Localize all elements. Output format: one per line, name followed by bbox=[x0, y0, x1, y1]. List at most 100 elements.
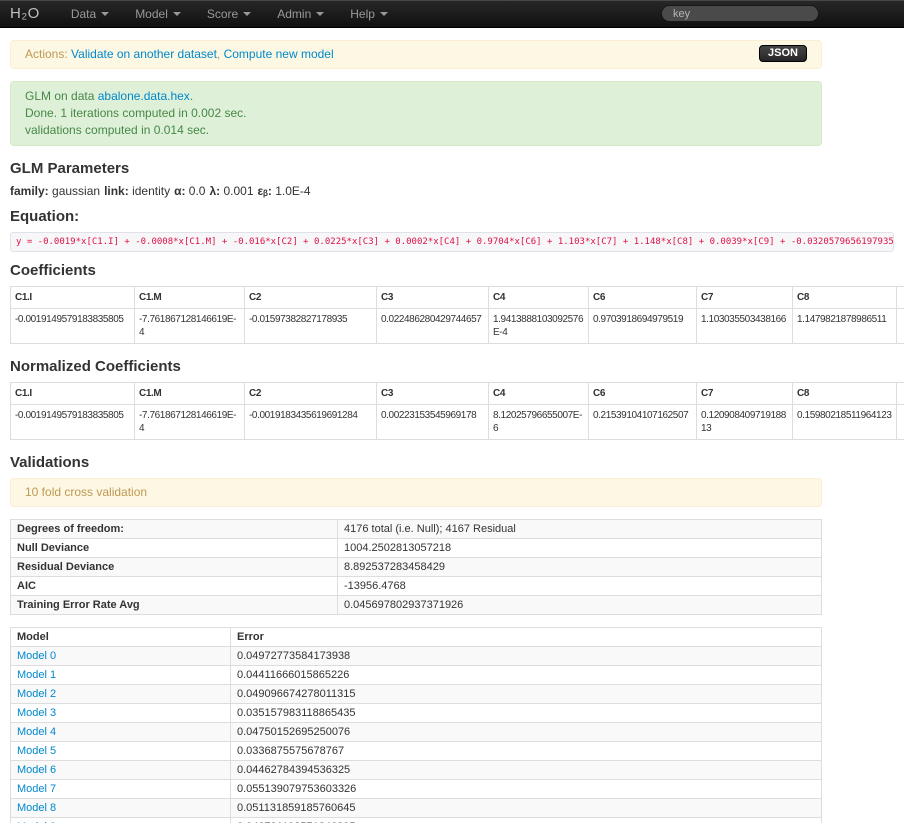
model-name-cell: Model 5 bbox=[11, 742, 231, 761]
status-line-2: Done. 1 iterations computed in 0.002 sec… bbox=[25, 105, 807, 122]
coefficients-value-row: -0.0019149579183835805-7.761867128146619… bbox=[11, 309, 904, 344]
stats-value: 1004.2502813057218 bbox=[338, 539, 822, 558]
model-row: Model 40.04750152695250076 bbox=[11, 723, 822, 742]
norm-coef-value-cell: 0.15980218511964123 bbox=[793, 405, 897, 440]
model-link-4[interactable]: Model 4 bbox=[17, 726, 56, 738]
model-name-cell: Model 3 bbox=[11, 704, 231, 723]
glm-param-label: α: bbox=[174, 184, 185, 198]
model-link-2[interactable]: Model 2 bbox=[17, 688, 56, 700]
model-link-5[interactable]: Model 5 bbox=[17, 745, 56, 757]
model-error-cell: 0.04972773584173938 bbox=[231, 647, 822, 666]
coefficients-header-row: C1.IC1.MC2C3C4C6C7C8 bbox=[11, 287, 904, 309]
model-name-cell: Model 0 bbox=[11, 647, 231, 666]
caret-down-icon bbox=[173, 12, 181, 16]
key-search-input[interactable] bbox=[661, 5, 819, 22]
coef-column-header: C8 bbox=[793, 287, 897, 309]
model-error-cell: 0.049096674278011315 bbox=[231, 685, 822, 704]
stats-row: Training Error Rate Avg0.045697802937371… bbox=[11, 596, 822, 615]
status-line-3: validations computed in 0.014 sec. bbox=[25, 122, 807, 139]
norm-coef-value-cell: 0.00223153545969178 bbox=[377, 405, 489, 440]
norm-coef-value-cell: 8.12025796655007E-6 bbox=[489, 405, 589, 440]
model-link-3[interactable]: Model 3 bbox=[17, 707, 56, 719]
coef-value-cell: -0.0019149579183835805 bbox=[11, 309, 135, 344]
model-row: Model 2 0.049096674278011315 bbox=[11, 685, 822, 704]
model-name-cell: Model 7 bbox=[11, 780, 231, 799]
model-error-cell: 0.051131859185760645 bbox=[231, 799, 822, 818]
coefficients-title: Coefficients bbox=[10, 262, 822, 279]
glm-param-label: family: bbox=[10, 184, 49, 198]
h2o-logo[interactable]: H₂O bbox=[0, 5, 58, 22]
coef-value-cell: 1.1479821878986511 bbox=[793, 309, 897, 344]
models-column-header: Model bbox=[11, 628, 231, 647]
stats-label: AIC bbox=[11, 577, 338, 596]
model-row: Model 8 0.051131859185760645 bbox=[11, 799, 822, 818]
glm-param: family: gaussian bbox=[10, 184, 100, 198]
model-row: Model 3 0.035157983118865435 bbox=[11, 704, 822, 723]
normalized-coefficients-title: Normalized Coefficients bbox=[10, 358, 822, 375]
stats-label: Residual Deviance bbox=[11, 558, 338, 577]
stats-value: 4176 total (i.e. Null); 4167 Residual bbox=[338, 520, 822, 539]
nav-item-help[interactable]: Help bbox=[337, 0, 401, 27]
nav-item-data[interactable]: Data bbox=[58, 0, 122, 27]
nav-item-label: Score bbox=[207, 7, 238, 21]
coef-column-header: C3 bbox=[377, 287, 489, 309]
coefficients-table: C1.IC1.MC2C3C4C6C7C8 -0.0019149579183835… bbox=[10, 286, 904, 344]
glm-parameters-line: family: gaussianlink: identityα: 0.0λ: 0… bbox=[10, 184, 822, 198]
model-row: Model 50.0336875575678767 bbox=[11, 742, 822, 761]
model-link-1[interactable]: Model 1 bbox=[17, 669, 56, 681]
stats-value: -13956.4768 bbox=[338, 577, 822, 596]
nav-item-label: Model bbox=[135, 7, 168, 21]
nav-item-admin[interactable]: Admin bbox=[264, 0, 337, 27]
action-link-0[interactable]: Validate on another dataset bbox=[71, 47, 217, 61]
json-button[interactable]: JSON bbox=[759, 45, 807, 62]
norm-coef-column-header-clipped bbox=[897, 383, 904, 405]
coef-column-header-clipped bbox=[897, 287, 904, 309]
model-name-cell: Model 4 bbox=[11, 723, 231, 742]
coef-value-cell: -7.761867128146619E-4 bbox=[135, 309, 245, 344]
action-link-1[interactable]: Compute new model bbox=[224, 47, 334, 61]
model-error-cell: 0.035157983118865435 bbox=[231, 704, 822, 723]
stats-label: Null Deviance bbox=[11, 539, 338, 558]
stats-label: Training Error Rate Avg bbox=[11, 596, 338, 615]
norm-coef-column-header: C3 bbox=[377, 383, 489, 405]
caret-down-icon bbox=[380, 12, 388, 16]
glm-parameters-title: GLM Parameters bbox=[10, 160, 822, 177]
model-row: Model 0 0.04972773584173938 bbox=[11, 647, 822, 666]
nav-item-score[interactable]: Score bbox=[194, 0, 264, 27]
navbar-menu: Data Model Score Admin Help bbox=[58, 0, 401, 27]
glm-param: α: 0.0 bbox=[174, 184, 205, 198]
norm-coef-column-header: C1.I bbox=[11, 383, 135, 405]
actions-links: Validate on another dataset, Compute new… bbox=[71, 47, 334, 61]
model-row: Model 60.04462784394536325 bbox=[11, 761, 822, 780]
stats-value: 8.892537283458429 bbox=[338, 558, 822, 577]
nav-item-model[interactable]: Model bbox=[122, 0, 194, 27]
glm-param-label: λ: bbox=[209, 184, 220, 198]
model-link-7[interactable]: Model 7 bbox=[17, 783, 56, 795]
caret-down-icon bbox=[101, 12, 109, 16]
coef-value-cell: 0.022486280429744657 bbox=[377, 309, 489, 344]
status-box: GLM on data abalone.data.hex. Done. 1 it… bbox=[10, 81, 822, 146]
models-body: Model 00.04972773584173938Model 10.04411… bbox=[11, 647, 822, 823]
stats-row: Residual Deviance8.892537283458429 bbox=[11, 558, 822, 577]
norm-coef-value-cell: -0.0019183435619691284 bbox=[245, 405, 377, 440]
stats-row: AIC-13956.4768 bbox=[11, 577, 822, 596]
main-content: JSON Actions: Validate on another datase… bbox=[10, 40, 822, 823]
nav-item-label: Help bbox=[350, 7, 375, 21]
actions-bar: JSON Actions: Validate on another datase… bbox=[10, 40, 822, 69]
model-link-8[interactable]: Model 8 bbox=[17, 802, 56, 814]
model-name-cell: Model 6 bbox=[11, 761, 231, 780]
glm-param-label: link: bbox=[104, 184, 129, 198]
norm-coef-column-header: C7 bbox=[697, 383, 793, 405]
coef-column-header: C2 bbox=[245, 287, 377, 309]
model-error-cell: 0.055139079753603326 bbox=[231, 780, 822, 799]
stats-row: Degrees of freedom:4176 total (i.e. Null… bbox=[11, 520, 822, 539]
model-link-6[interactable]: Model 6 bbox=[17, 764, 56, 776]
model-link-0[interactable]: Model 0 bbox=[17, 650, 56, 662]
norm-coef-value-cell-clipped bbox=[897, 405, 904, 440]
dataset-link[interactable]: abalone.data.hex bbox=[98, 89, 190, 103]
norm-coef-value-cell: -0.0019149579183835805 bbox=[11, 405, 135, 440]
norm-coef-value-cell: 0.12090840971918813 bbox=[697, 405, 793, 440]
coef-value-cell: 0.9703918694979519 bbox=[589, 309, 697, 344]
norm-coef-value-cell: 0.21539104107162507 bbox=[589, 405, 697, 440]
coef-value-cell: -0.01597382827178935 bbox=[245, 309, 377, 344]
